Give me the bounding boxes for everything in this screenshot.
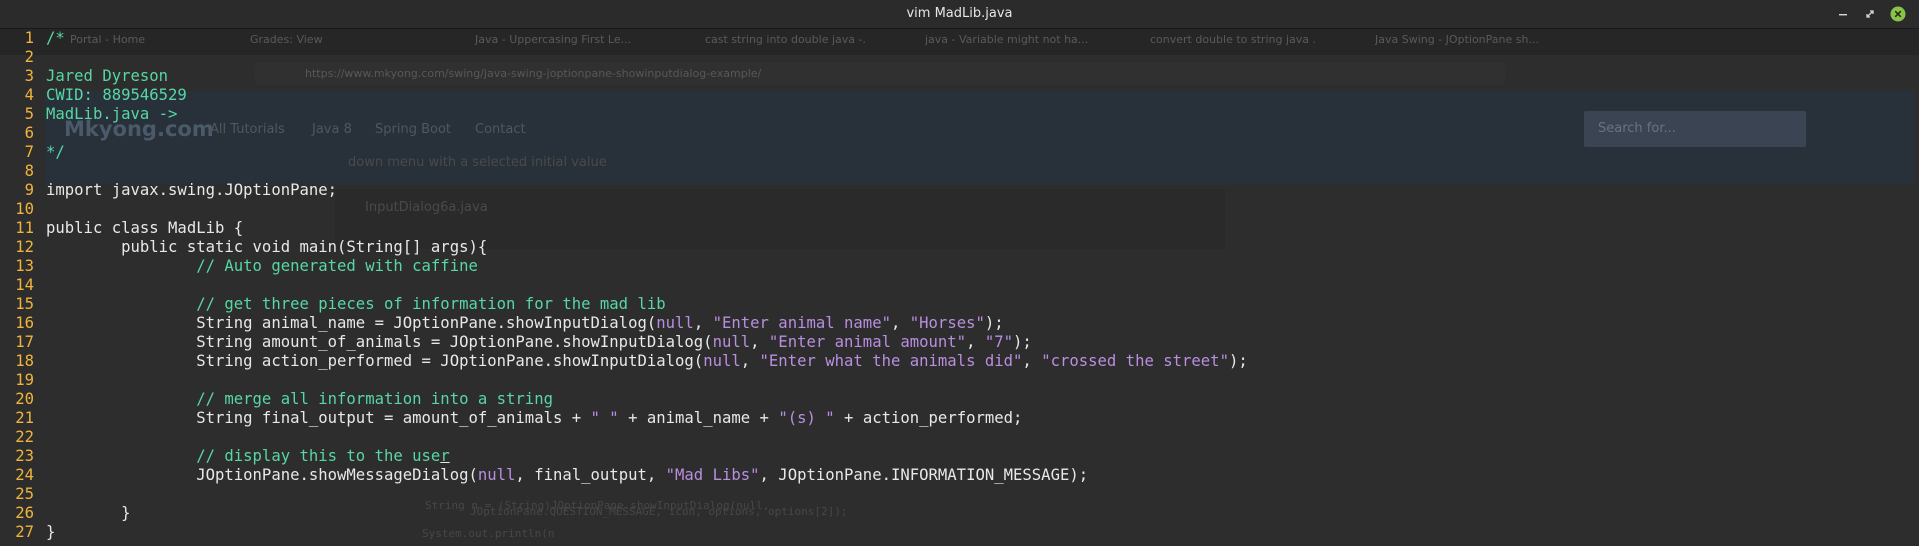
line-number: 2 [24, 48, 34, 66]
code-text[interactable]: import javax.swing.JOptionPane; [46, 181, 337, 200]
code-token: CWID: 889546529 [46, 86, 187, 104]
window-titlebar[interactable]: vim MadLib.java [0, 0, 1919, 29]
code-token: public static void main(String[] args){ [46, 238, 488, 256]
code-token: ); [984, 314, 1004, 332]
code-text[interactable]: // merge all information into a string [46, 390, 553, 409]
code-token: , [966, 333, 985, 351]
line-number: 1 [24, 29, 34, 47]
window-title: vim MadLib.java [906, 6, 1013, 21]
code-text[interactable]: /* [46, 29, 65, 48]
code-token: + action_performed; [834, 409, 1023, 427]
line-number: 25 [15, 485, 34, 503]
code-text[interactable]: String action_performed = JOptionPane.sh… [46, 352, 1248, 371]
line-number: 22 [15, 428, 34, 446]
line-number: 10 [15, 200, 34, 218]
line-number: 13 [15, 257, 34, 275]
line-number: 9 [24, 181, 34, 199]
code-token: // display this to the use [46, 447, 441, 465]
code-token: "Enter animal amount" [768, 333, 967, 351]
code-token: ); [1013, 333, 1032, 351]
code-text[interactable]: MadLib.java -> [46, 105, 177, 124]
code-token: MadLib.java -> [46, 105, 178, 123]
line-number: 6 [24, 124, 34, 142]
line-number: 24 [15, 466, 34, 484]
code-text[interactable]: // display this to the user [46, 447, 450, 466]
code-token: " " [590, 409, 619, 427]
code-token: "crossed the street" [1041, 352, 1229, 370]
code-token: null [703, 352, 741, 370]
code-text[interactable]: String amount_of_animals = JOptionPane.s… [46, 333, 1032, 352]
code-token: null [656, 314, 694, 332]
line-number: 3 [24, 67, 34, 85]
code-text[interactable]: // Auto generated with caffine [46, 257, 478, 276]
line-number: 23 [15, 447, 34, 465]
code-token: } [46, 504, 131, 522]
line-number: 8 [24, 162, 34, 180]
code-text[interactable]: public static void main(String[] args){ [46, 238, 487, 257]
code-token: , [693, 314, 713, 332]
line-number: 5 [24, 105, 34, 123]
code-token: // get three pieces of information for t… [46, 295, 666, 313]
code-token: , [740, 352, 760, 370]
code-token: } [46, 523, 56, 541]
code-text[interactable]: String animal_name = JOptionPane.showInp… [46, 314, 1004, 333]
code-text[interactable]: Jared Dyreson [46, 67, 168, 86]
code-text[interactable]: // get three pieces of information for t… [46, 295, 666, 314]
line-number: 21 [15, 409, 34, 427]
code-text[interactable]: JOptionPane.showMessageDialog(null, fina… [46, 466, 1088, 485]
line-number: 4 [24, 86, 34, 104]
code-token: , [1022, 352, 1042, 370]
code-token: String final_output = amount_of_animals … [46, 409, 591, 427]
maximize-icon[interactable] [1861, 5, 1879, 23]
code-token: , [890, 314, 910, 332]
code-token: , [750, 333, 769, 351]
code-token: // Auto generated with caffine [46, 257, 478, 275]
line-number: 18 [15, 352, 34, 370]
code-token: "Enter animal name" [712, 314, 891, 332]
code-token: "7" [984, 333, 1014, 351]
code-token: public class MadLib { [46, 219, 244, 237]
code-token: "Enter what the animals did" [759, 352, 1023, 370]
code-token: /* [46, 29, 65, 47]
code-text[interactable]: String final_output = amount_of_animals … [46, 409, 1022, 428]
line-number: 16 [15, 314, 34, 332]
code-token: String amount_of_animals = JOptionPane.s… [46, 333, 713, 351]
code-token: "Horses" [909, 314, 985, 332]
code-token: import javax.swing.JOptionPane; [46, 181, 338, 199]
minimize-icon[interactable] [1834, 5, 1852, 23]
code-text[interactable]: */ [46, 143, 65, 162]
line-number: 17 [15, 333, 34, 351]
line-number: 11 [15, 219, 34, 237]
line-number: 7 [24, 143, 34, 161]
code-token: , JOptionPane.INFORMATION_MESSAGE); [759, 466, 1089, 484]
line-number: 20 [15, 390, 34, 408]
code-token: null [477, 466, 516, 484]
terminal-window[interactable]: Portal - Home Grades: View Java - Upperc… [0, 29, 1919, 546]
vim-editor[interactable]: 1 /* 2 3 Jared Dyreson 4 CWID: 889546529 5 MadLi… [0, 29, 1919, 546]
code-text[interactable]: CWID: 889546529 [46, 86, 187, 105]
code-token: , final_output, [515, 466, 666, 484]
line-number: 14 [15, 276, 34, 294]
line-number: 15 [15, 295, 34, 313]
code-token: "(s) " [778, 409, 835, 427]
code-text[interactable]: } [46, 504, 131, 523]
code-text[interactable]: } [46, 523, 55, 542]
code-token: String animal_name = JOptionPane.showInp… [46, 314, 657, 332]
line-number: 27 [15, 523, 34, 541]
code-token: JOptionPane.showMessageDialog( [46, 466, 478, 484]
code-token: "Mad Libs" [665, 466, 760, 484]
code-token: ); [1228, 352, 1248, 370]
code-token: Jared Dyreson [46, 67, 169, 85]
code-token: */ [46, 143, 65, 161]
code-token: String action_performed = JOptionPane.sh… [46, 352, 704, 370]
code-token: null [712, 333, 751, 351]
close-icon[interactable] [1889, 5, 1907, 23]
line-number: 26 [15, 504, 34, 522]
code-token: + animal_name + [618, 409, 779, 427]
line-number: 19 [15, 371, 34, 389]
line-number: 12 [15, 238, 34, 256]
code-text[interactable]: public class MadLib { [46, 219, 243, 238]
text-cursor: r [440, 447, 450, 465]
code-token: // merge all information into a string [46, 390, 553, 408]
